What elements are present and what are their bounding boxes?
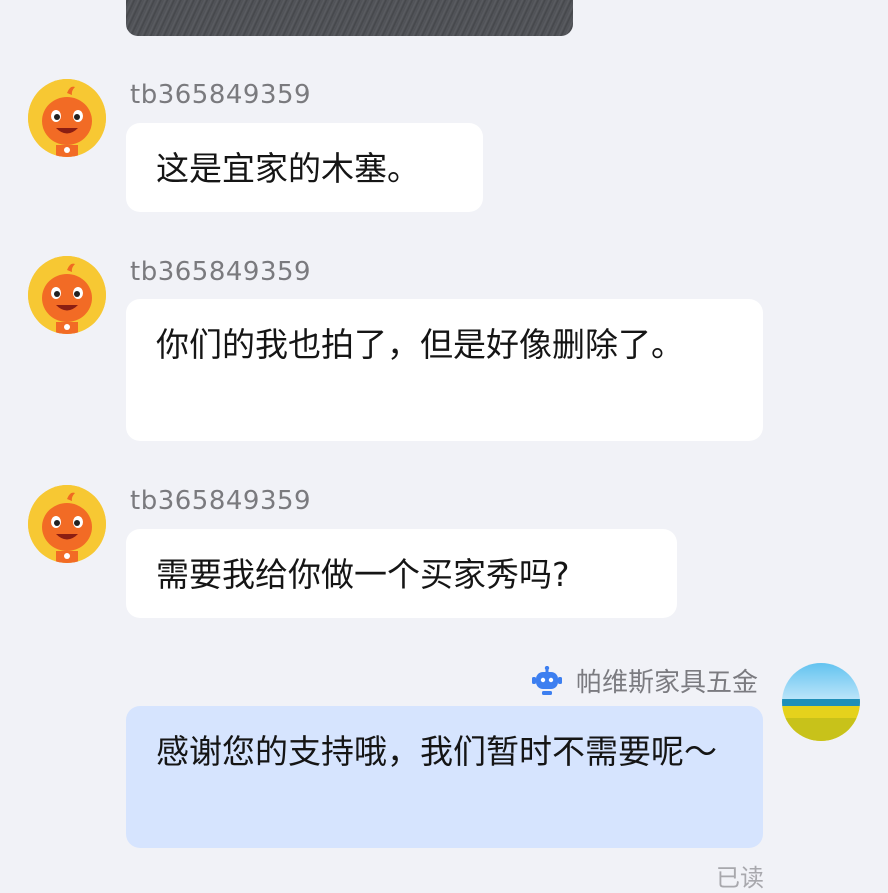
seller-header: 帕维斯家具五金 [531, 662, 758, 699]
message-text: 这是宜家的木塞。 [156, 149, 420, 188]
message-text: 需要我给你做一个买家秀吗? [156, 555, 570, 594]
message-text: 你们的我也拍了，但是好像删除了。 [156, 325, 684, 364]
message-bubble[interactable]: 这是宜家的木塞。 [126, 123, 483, 212]
seller-avatar[interactable] [782, 663, 860, 741]
mascot-icon [28, 485, 106, 563]
sender-name: tb365849359 [130, 486, 312, 516]
sender-name: tb365849359 [130, 80, 312, 110]
buyer-avatar[interactable] [28, 485, 106, 563]
buyer-avatar[interactable] [28, 256, 106, 334]
landscape-avatar-icon [782, 663, 860, 741]
mascot-icon [28, 79, 106, 157]
robot-icon [531, 665, 562, 696]
message-bubble[interactable]: 需要我给你做一个买家秀吗? [126, 529, 677, 618]
mascot-icon [28, 256, 106, 334]
sender-name: tb365849359 [130, 257, 312, 287]
seller-name: 帕维斯家具五金 [575, 668, 758, 698]
message-bubble[interactable]: 你们的我也拍了，但是好像删除了。 [126, 299, 763, 441]
reply-bubble[interactable]: 感谢您的支持哦，我们暂时不需要呢～ [126, 706, 763, 848]
buyer-avatar[interactable] [28, 79, 106, 157]
reply-text: 感谢您的支持哦，我们暂时不需要呢～ [156, 732, 717, 771]
shared-image-preview[interactable] [126, 0, 573, 36]
